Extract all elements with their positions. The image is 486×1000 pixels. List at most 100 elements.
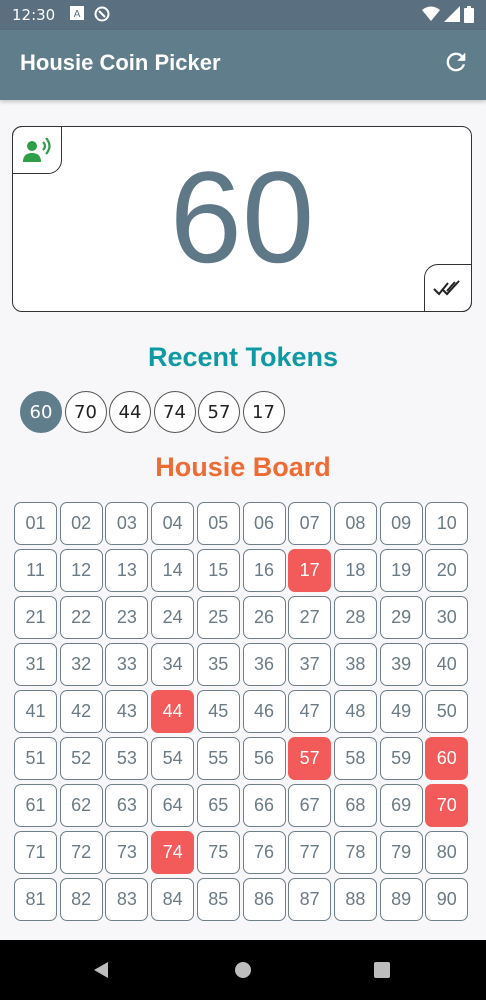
board-cell-52: 52 xyxy=(59,737,103,780)
board-cell-25: 25 xyxy=(196,596,240,639)
board-cell-02: 02 xyxy=(59,502,103,545)
board-cell-80: 80 xyxy=(425,831,469,874)
board-cell-53: 53 xyxy=(105,737,149,780)
board-cell-42: 42 xyxy=(59,690,103,733)
board-cell-88: 88 xyxy=(333,878,377,921)
board-cell-29: 29 xyxy=(379,596,423,639)
battery-icon xyxy=(464,6,474,27)
board-cell-21: 21 xyxy=(14,596,57,639)
board-cell-68: 68 xyxy=(333,784,377,827)
board-cell-19: 19 xyxy=(379,549,423,592)
svg-text:A: A xyxy=(74,9,81,20)
signal-icon xyxy=(444,6,460,26)
board-cell-59: 59 xyxy=(379,737,423,780)
notification-at-icon xyxy=(94,6,110,26)
board-cell-90: 90 xyxy=(425,878,469,921)
board-cell-66: 66 xyxy=(242,784,286,827)
board-cell-32: 32 xyxy=(59,643,103,686)
board-cell-64: 64 xyxy=(151,784,195,827)
board-cell-86: 86 xyxy=(242,878,286,921)
board-cell-33: 33 xyxy=(105,643,149,686)
board-cell-41: 41 xyxy=(14,690,57,733)
board-cell-39: 39 xyxy=(379,643,423,686)
board-cell-49: 49 xyxy=(379,690,423,733)
board-cell-54: 54 xyxy=(151,737,195,780)
board-cell-15: 15 xyxy=(196,549,240,592)
board-cell-36: 36 xyxy=(242,643,286,686)
board-cell-22: 22 xyxy=(59,596,103,639)
board-cell-13: 13 xyxy=(105,549,149,592)
board-cell-73: 73 xyxy=(105,831,149,874)
board-cell-76: 76 xyxy=(242,831,286,874)
board-cell-44: 44 xyxy=(151,690,195,733)
app-title: Housie Coin Picker xyxy=(20,50,221,75)
board-cell-20: 20 xyxy=(425,549,469,592)
board-cell-85: 85 xyxy=(196,878,240,921)
board-cell-58: 58 xyxy=(333,737,377,780)
board-cell-48: 48 xyxy=(333,690,377,733)
recent-token: 70 xyxy=(64,391,107,433)
recent-tokens-title: Recent Tokens xyxy=(147,342,339,372)
board-cell-62: 62 xyxy=(59,784,103,827)
board-cell-87: 87 xyxy=(288,878,332,921)
home-circle-icon[interactable] xyxy=(234,961,252,983)
board-cell-34: 34 xyxy=(151,643,195,686)
board-cell-07: 07 xyxy=(288,502,332,545)
board-cell-69: 69 xyxy=(379,784,423,827)
board-cell-47: 47 xyxy=(288,690,332,733)
board-cell-57: 57 xyxy=(288,737,332,780)
board-cell-79: 79 xyxy=(379,831,423,874)
board-cell-61: 61 xyxy=(14,784,57,827)
board-cell-11: 11 xyxy=(14,549,57,592)
housie-board-title: Housie Board xyxy=(155,452,331,482)
recent-token: 57 xyxy=(198,391,240,433)
board-cell-82: 82 xyxy=(59,878,103,921)
board-cell-16: 16 xyxy=(242,549,286,592)
board-cell-72: 72 xyxy=(59,831,103,874)
board-cell-55: 55 xyxy=(196,737,240,780)
board-cell-12: 12 xyxy=(59,549,103,592)
wifi-icon xyxy=(422,6,440,26)
board-cell-74: 74 xyxy=(151,831,195,874)
board-cell-81: 81 xyxy=(14,878,57,921)
board-cell-08: 08 xyxy=(333,502,377,545)
mark-done-button[interactable] xyxy=(424,264,472,312)
refresh-icon[interactable] xyxy=(442,48,470,76)
board-cell-40: 40 xyxy=(425,643,469,686)
current-number: 60 xyxy=(169,144,315,290)
board-cell-70: 70 xyxy=(425,784,469,827)
board-cell-65: 65 xyxy=(196,784,240,827)
board-cell-51: 51 xyxy=(14,737,57,780)
board-cell-35: 35 xyxy=(196,643,240,686)
back-triangle-icon[interactable] xyxy=(92,961,110,983)
board-cell-89: 89 xyxy=(379,878,423,921)
board-cell-77: 77 xyxy=(288,831,332,874)
board-cell-24: 24 xyxy=(151,596,195,639)
recents-square-icon[interactable] xyxy=(374,962,390,982)
board-cell-23: 23 xyxy=(105,596,149,639)
board-cell-78: 78 xyxy=(333,831,377,874)
board-cell-26: 26 xyxy=(242,596,286,639)
board-cell-01: 01 xyxy=(14,502,57,545)
recent-token: 44 xyxy=(109,391,151,433)
board-cell-46: 46 xyxy=(242,690,286,733)
board-cell-03: 03 xyxy=(105,502,149,545)
recent-token: 17 xyxy=(242,391,285,433)
board-cell-75: 75 xyxy=(196,831,240,874)
recent-token: 60 xyxy=(20,391,62,433)
board-cell-67: 67 xyxy=(288,784,332,827)
board-cell-60: 60 xyxy=(425,737,469,780)
board-cell-28: 28 xyxy=(333,596,377,639)
board-cell-45: 45 xyxy=(196,690,240,733)
board-cell-04: 04 xyxy=(151,502,195,545)
board-cell-83: 83 xyxy=(105,878,149,921)
board-cell-17: 17 xyxy=(288,549,332,592)
board-cell-14: 14 xyxy=(151,549,195,592)
system-nav-bar xyxy=(0,940,486,1000)
board-cell-43: 43 xyxy=(105,690,149,733)
notification-a-icon: A xyxy=(70,6,84,24)
board-cell-50: 50 xyxy=(425,690,469,733)
board-cell-30: 30 xyxy=(425,596,469,639)
board-cell-10: 10 xyxy=(425,502,469,545)
recent-token: 74 xyxy=(153,391,196,433)
